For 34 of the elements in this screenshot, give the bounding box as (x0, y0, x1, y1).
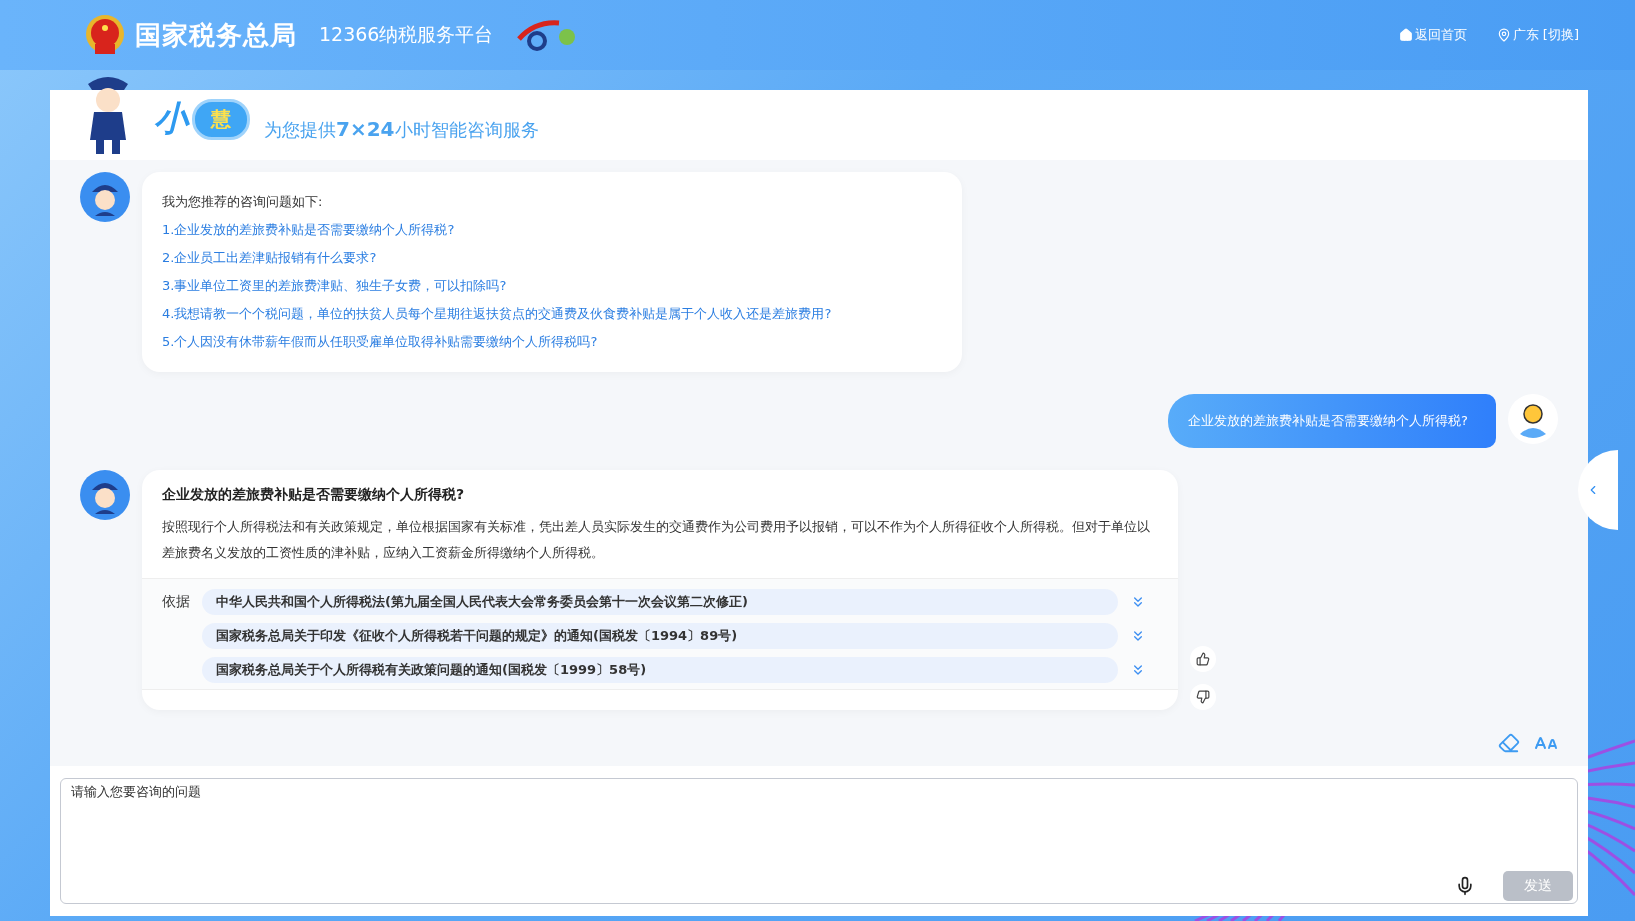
thumbs-down-button[interactable] (1190, 684, 1216, 710)
suggested-question-link[interactable]: 5.个人因没有休带薪年假而从任职受雇单位取得补贴需要缴纳个人所得税吗? (162, 328, 942, 356)
thumbs-down-icon (1196, 690, 1210, 704)
location-pin-icon (1496, 28, 1511, 42)
assistant-avatar (80, 172, 130, 222)
suggested-question-link[interactable]: 4.我想请教一个个税问题，单位的扶贫人员每个星期往返扶贫点的交通费及伙食费补贴是属于个人收入还是差旅费用? (162, 300, 942, 328)
answer-text: 按照现行个人所得税法和有关政策规定，单位根据国家有关标准，凭出差人员实际发生的交通费作为公司费用予以报销，可以不作为个人所得征收个人所得税。但对于单位以差旅费名义发放的工资性质的津补贴，应纳入工资薪金所得缴纳个人所得税。 (162, 518, 1151, 562)
region-switch-link[interactable]: 广东 [切换] (1496, 26, 1579, 44)
logo-text: 小 (154, 97, 188, 140)
answer-title: 企业发放的差旅费补贴是否需要缴纳个人所得税? (162, 486, 466, 504)
service-tagline: 为您提供7×24小时智能咨询服务 (264, 117, 539, 142)
suggested-question-link[interactable]: 3.事业单位工资里的差旅费津贴、独生子女费，可以扣除吗? (162, 272, 942, 300)
service-logo-drawing (515, 17, 578, 53)
home-icon (1398, 28, 1413, 42)
reference-link[interactable]: 国家税务总局关于印发《征收个人所得税若干问题的规定》的通知(国税发〔1994〕89号) (202, 623, 1118, 649)
bubble-intro: 我为您推荐的咨询问题如下: (162, 193, 324, 211)
reference-link[interactable]: 中华人民共和国个人所得税法(第九届全国人民代表大会常务委员会第十一次会议第二次修正) (202, 589, 1118, 615)
thumbs-up-icon (1196, 652, 1210, 666)
site-title: 国家税务总局 (135, 18, 297, 52)
logo-badge: 慧 (192, 98, 250, 140)
national-emblem-drawing (85, 14, 125, 56)
user-message-bubble: 企业发放的差旅费补贴是否需要缴纳个人所得税? (1168, 394, 1496, 448)
eraser-icon (1498, 732, 1520, 754)
user-avatar (1508, 394, 1558, 444)
assistant-avatar (80, 470, 130, 520)
platform-name: 12366纳税服务平台 (319, 22, 494, 47)
reference-link[interactable]: 国家税务总局关于个人所得税有关政策问题的通知(国税发〔1999〕58号) (202, 657, 1118, 683)
suggested-question-link[interactable]: 2.企业员工出差津贴报销有什么要求? (162, 244, 942, 272)
home-link[interactable]: 返回首页 (1398, 26, 1467, 44)
basis-label: 依据 (162, 593, 191, 611)
microphone-button[interactable] (1455, 876, 1475, 896)
thumbs-up-button[interactable] (1190, 646, 1216, 672)
suggested-question-link[interactable]: 1.企业发放的差旅费补贴是否需要缴纳个人所得税? (162, 216, 942, 244)
microphone-icon (1455, 876, 1475, 896)
